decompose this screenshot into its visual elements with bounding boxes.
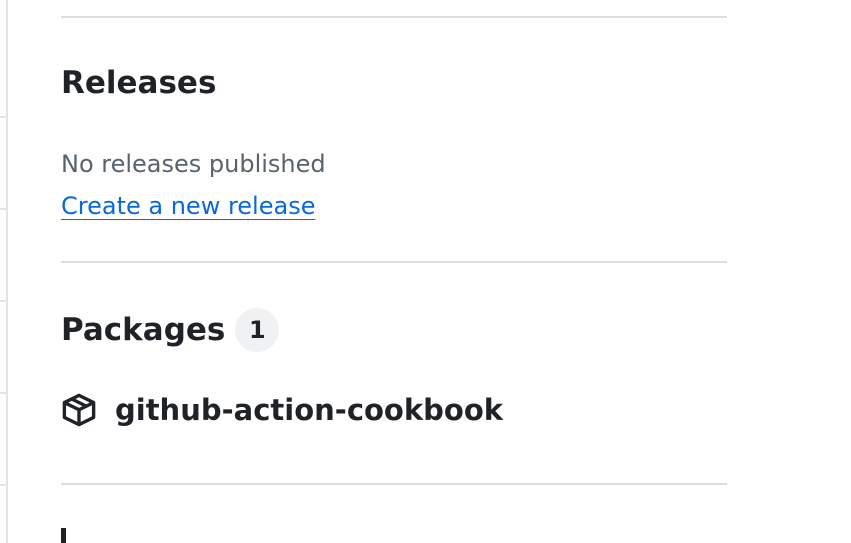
package-item[interactable]: github-action-cookbook [61,392,503,428]
package-name[interactable]: github-action-cookbook [115,395,503,425]
section-divider [61,483,727,485]
main-column-row-divider [0,392,6,394]
main-column-edge [0,0,8,543]
packages-heading[interactable]: Packages [61,314,225,346]
no-releases-text: No releases published [61,150,326,178]
next-section-heading [61,528,66,543]
package-icon [61,392,97,428]
repository-sidebar: Releases No releases published Create a … [0,0,851,543]
main-column-row-divider [0,300,6,302]
main-column-row-divider [0,208,6,210]
main-column-row-divider [0,116,6,118]
section-divider [61,16,727,18]
main-column-row-divider [0,484,6,486]
releases-heading: Releases [61,65,217,101]
section-divider [61,261,727,263]
packages-header: Packages 1 [61,308,280,352]
packages-count-badge: 1 [235,308,280,352]
create-release-link[interactable]: Create a new release [61,192,315,221]
